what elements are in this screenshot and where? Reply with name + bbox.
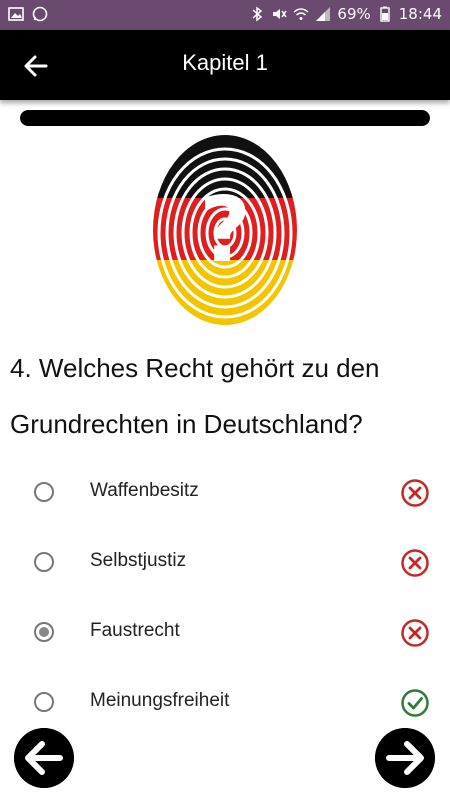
answer-label: Meinungsfreiheit: [90, 690, 230, 711]
page-title: Kapitel 1: [182, 50, 268, 75]
x-circle-icon: [401, 549, 429, 577]
clock: 18:44: [398, 5, 442, 23]
answer-option[interactable]: Selbstjustiz: [0, 528, 450, 598]
answer-label: Selbstjustiz: [90, 550, 187, 571]
svg-text:?: ?: [199, 178, 251, 283]
previous-question-button[interactable]: [14, 728, 74, 788]
radio-button[interactable]: [34, 552, 54, 572]
status-bar: 69% 18:44: [0, 0, 450, 30]
radio-button[interactable]: [34, 692, 54, 712]
radio-button[interactable]: [34, 482, 54, 502]
x-circle-icon: [401, 619, 429, 647]
wifi-icon: [293, 8, 309, 20]
progress-bar: [20, 110, 430, 126]
question-text: 4. Welches Recht gehört zu den Grundrech…: [10, 353, 380, 439]
check-circle-icon: [401, 689, 429, 717]
battery-percent: 69%: [337, 5, 371, 23]
next-question-button[interactable]: [375, 728, 435, 788]
battery-icon: [380, 6, 390, 22]
answer-label: Waffenbesitz: [90, 480, 199, 501]
mute-icon: [273, 9, 288, 19]
signal-icon: [316, 7, 331, 21]
app-bar: Kapitel 1: [0, 30, 450, 100]
answer-option[interactable]: Faustrecht: [0, 598, 450, 668]
fingerprint-flag-image: ?: [153, 135, 297, 325]
progress-fill: [20, 110, 430, 126]
bluetooth-icon: [252, 6, 263, 22]
answer-option[interactable]: Waffenbesitz: [0, 458, 450, 528]
image-notification-icon: [8, 7, 24, 21]
x-circle-icon: [401, 479, 429, 507]
answer-option[interactable]: Meinungsfreiheit: [0, 668, 450, 738]
radio-button-selected[interactable]: [34, 622, 54, 642]
answer-label: Faustrecht: [90, 620, 180, 641]
whatsapp-icon: [32, 6, 48, 22]
